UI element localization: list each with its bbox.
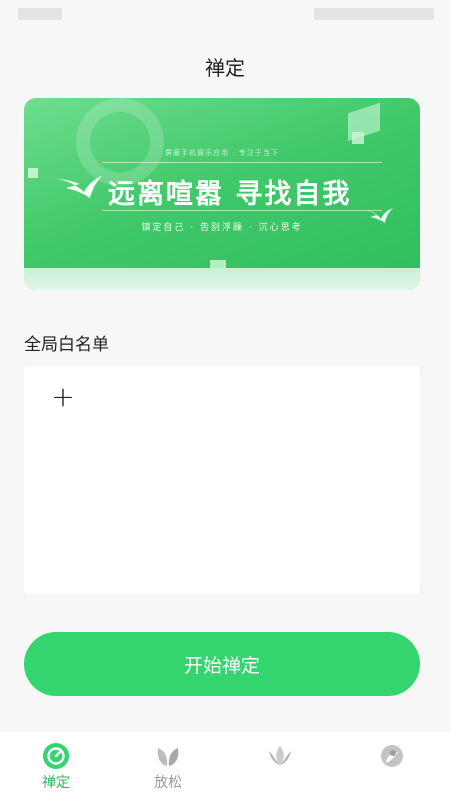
banner-divider	[102, 162, 382, 163]
page-title: 禅定	[205, 56, 245, 80]
add-app-button[interactable]: +	[46, 380, 80, 414]
tab-profile[interactable]	[336, 732, 448, 800]
tab-relax[interactable]: 放松	[112, 732, 224, 800]
whitelist-box: +	[24, 366, 420, 594]
meditation-timer-icon	[43, 743, 69, 769]
swallow-icon	[52, 176, 102, 198]
tab-lotus[interactable]	[224, 732, 336, 800]
banner-cube-decoration	[352, 132, 364, 144]
banner-sub-slogan: 镇定自己 · 告别浮躁 · 沉心思考	[141, 223, 303, 233]
banner-floor	[24, 268, 420, 290]
banner-tiny-text: 屏蔽手机娱乐应用 · 专注于当下	[165, 149, 279, 157]
banner-cube-decoration	[28, 168, 38, 178]
status-bar	[0, 0, 450, 32]
hero-banner: 屏蔽手机娱乐应用 · 专注于当下 远离喧嚣 寻找自我 镇定自己 · 告别浮躁 ·…	[24, 98, 420, 290]
tab-relax-label: 放松	[154, 775, 182, 791]
status-time-blurred	[18, 8, 62, 20]
profile-icon	[381, 745, 403, 767]
start-meditation-button[interactable]: 开始禅定	[24, 632, 420, 696]
bottom-tab-bar: 禅定 放松	[0, 732, 450, 800]
status-icons-blurred	[314, 8, 434, 20]
whitelist-label: 全局白名单	[24, 335, 109, 355]
tab-meditation-label: 禅定	[42, 775, 70, 791]
leaf-icon	[157, 748, 179, 766]
lotus-icon	[269, 746, 291, 765]
tab-meditation[interactable]: 禅定	[0, 732, 112, 800]
banner-slogan: 远离喧嚣 寻找自我	[108, 179, 352, 210]
